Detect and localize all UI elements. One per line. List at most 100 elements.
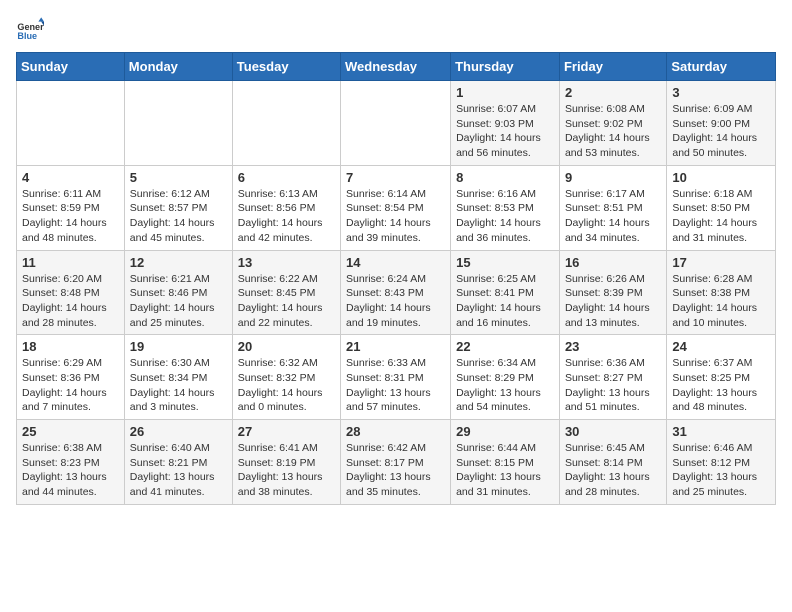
calendar-cell: 29 Sunrise: 6:44 AM Sunset: 8:15 PM Dayli…	[451, 420, 560, 505]
calendar-cell	[124, 81, 232, 166]
calendar-cell: 31 Sunrise: 6:46 AM Sunset: 8:12 PM Dayli…	[667, 420, 776, 505]
day-number: 27	[238, 424, 335, 439]
day-info: Sunrise: 6:20 AM Sunset: 8:48 PM Dayligh…	[22, 272, 119, 331]
day-number: 14	[346, 255, 445, 270]
day-info: Sunrise: 6:42 AM Sunset: 8:17 PM Dayligh…	[346, 441, 445, 500]
weekday-header-sunday: Sunday	[17, 53, 125, 81]
calendar-cell: 16Sunrise: 6:26 AM Sunset: 8:39 PM Dayli…	[559, 250, 666, 335]
weekday-header-thursday: Thursday	[451, 53, 560, 81]
day-info: Sunrise: 6:16 AM Sunset: 8:53 PM Dayligh…	[456, 187, 554, 246]
weekday-header-tuesday: Tuesday	[232, 53, 340, 81]
day-info: Sunrise: 6:22 AM Sunset: 8:45 PM Dayligh…	[238, 272, 335, 331]
day-info: Sunrise: 6:30 AM Sunset: 8:34 PM Dayligh…	[130, 356, 227, 415]
day-info: Sunrise: 6:36 AM Sunset: 8:27 PM Dayligh…	[565, 356, 661, 415]
day-number: 3	[672, 85, 770, 100]
calendar-cell: 8 Sunrise: 6:16 AM Sunset: 8:53 PM Daylig…	[451, 165, 560, 250]
day-info: Sunrise: 6:44 AM Sunset: 8:15 PM Dayligh…	[456, 441, 554, 500]
day-info: Sunrise: 6:40 AM Sunset: 8:21 PM Dayligh…	[130, 441, 227, 500]
day-info: Sunrise: 6:21 AM Sunset: 8:46 PM Dayligh…	[130, 272, 227, 331]
day-info: Sunrise: 6:33 AM Sunset: 8:31 PM Dayligh…	[346, 356, 445, 415]
day-info: Sunrise: 6:14 AM Sunset: 8:54 PM Dayligh…	[346, 187, 445, 246]
day-number: 20	[238, 339, 335, 354]
day-number: 25	[22, 424, 119, 439]
day-info: Sunrise: 6:29 AM Sunset: 8:36 PM Dayligh…	[22, 356, 119, 415]
day-info: Sunrise: 6:07 AM Sunset: 9:03 PM Dayligh…	[456, 102, 554, 161]
day-info: Sunrise: 6:17 AM Sunset: 8:51 PM Dayligh…	[565, 187, 661, 246]
calendar-cell: 17 Sunrise: 6:28 AM Sunset: 8:38 PM Dayli…	[667, 250, 776, 335]
day-number: 7	[346, 170, 445, 185]
day-number: 6	[238, 170, 335, 185]
day-number: 12	[130, 255, 227, 270]
calendar-cell: 27Sunrise: 6:41 AM Sunset: 8:19 PM Dayli…	[232, 420, 340, 505]
weekday-header-wednesday: Wednesday	[341, 53, 451, 81]
calendar-cell: 21 Sunrise: 6:33 AM Sunset: 8:31 PM Dayli…	[341, 335, 451, 420]
calendar-cell	[232, 81, 340, 166]
calendar-cell: 1 Sunrise: 6:07 AM Sunset: 9:03 PM Daylig…	[451, 81, 560, 166]
calendar-cell: 20Sunrise: 6:32 AM Sunset: 8:32 PM Dayli…	[232, 335, 340, 420]
day-info: Sunrise: 6:38 AM Sunset: 8:23 PM Dayligh…	[22, 441, 119, 500]
calendar-cell: 7 Sunrise: 6:14 AM Sunset: 8:54 PM Daylig…	[341, 165, 451, 250]
day-info: Sunrise: 6:37 AM Sunset: 8:25 PM Dayligh…	[672, 356, 770, 415]
weekday-header-saturday: Saturday	[667, 53, 776, 81]
day-number: 23	[565, 339, 661, 354]
weekday-header-friday: Friday	[559, 53, 666, 81]
calendar-cell	[17, 81, 125, 166]
day-number: 10	[672, 170, 770, 185]
day-number: 2	[565, 85, 661, 100]
logo: General Blue	[16, 16, 48, 44]
svg-text:Blue: Blue	[17, 31, 37, 41]
day-number: 22	[456, 339, 554, 354]
day-info: Sunrise: 6:46 AM Sunset: 8:12 PM Dayligh…	[672, 441, 770, 500]
header: General Blue	[16, 16, 776, 44]
calendar-cell: 26Sunrise: 6:40 AM Sunset: 8:21 PM Dayli…	[124, 420, 232, 505]
day-number: 8	[456, 170, 554, 185]
day-number: 5	[130, 170, 227, 185]
calendar-cell: 10 Sunrise: 6:18 AM Sunset: 8:50 PM Dayli…	[667, 165, 776, 250]
calendar-cell: 25 Sunrise: 6:38 AM Sunset: 8:23 PM Dayli…	[17, 420, 125, 505]
day-number: 13	[238, 255, 335, 270]
day-info: Sunrise: 6:34 AM Sunset: 8:29 PM Dayligh…	[456, 356, 554, 415]
calendar-cell: 18 Sunrise: 6:29 AM Sunset: 8:36 PM Dayli…	[17, 335, 125, 420]
day-number: 31	[672, 424, 770, 439]
calendar-cell: 6 Sunrise: 6:13 AM Sunset: 8:56 PM Daylig…	[232, 165, 340, 250]
calendar-cell: 5 Sunrise: 6:12 AM Sunset: 8:57 PM Daylig…	[124, 165, 232, 250]
day-info: Sunrise: 6:18 AM Sunset: 8:50 PM Dayligh…	[672, 187, 770, 246]
calendar-cell: 28 Sunrise: 6:42 AM Sunset: 8:17 PM Dayli…	[341, 420, 451, 505]
day-number: 28	[346, 424, 445, 439]
day-number: 29	[456, 424, 554, 439]
day-number: 15	[456, 255, 554, 270]
day-info: Sunrise: 6:09 AM Sunset: 9:00 PM Dayligh…	[672, 102, 770, 161]
weekday-header-monday: Monday	[124, 53, 232, 81]
day-info: Sunrise: 6:13 AM Sunset: 8:56 PM Dayligh…	[238, 187, 335, 246]
day-info: Sunrise: 6:26 AM Sunset: 8:39 PM Dayligh…	[565, 272, 661, 331]
day-number: 4	[22, 170, 119, 185]
day-number: 30	[565, 424, 661, 439]
day-number: 1	[456, 85, 554, 100]
day-info: Sunrise: 6:25 AM Sunset: 8:41 PM Dayligh…	[456, 272, 554, 331]
day-number: 18	[22, 339, 119, 354]
calendar-cell: 4 Sunrise: 6:11 AM Sunset: 8:59 PM Daylig…	[17, 165, 125, 250]
day-number: 21	[346, 339, 445, 354]
day-info: Sunrise: 6:45 AM Sunset: 8:14 PM Dayligh…	[565, 441, 661, 500]
day-info: Sunrise: 6:24 AM Sunset: 8:43 PM Dayligh…	[346, 272, 445, 331]
calendar-cell: 2Sunrise: 6:08 AM Sunset: 9:02 PM Daylig…	[559, 81, 666, 166]
calendar-cell: 30 Sunrise: 6:45 AM Sunset: 8:14 PM Dayli…	[559, 420, 666, 505]
calendar-cell: 22 Sunrise: 6:34 AM Sunset: 8:29 PM Dayli…	[451, 335, 560, 420]
day-info: Sunrise: 6:12 AM Sunset: 8:57 PM Dayligh…	[130, 187, 227, 246]
logo-icon: General Blue	[16, 16, 44, 44]
calendar-cell: 13 Sunrise: 6:22 AM Sunset: 8:45 PM Dayli…	[232, 250, 340, 335]
day-number: 9	[565, 170, 661, 185]
calendar-cell: 19 Sunrise: 6:30 AM Sunset: 8:34 PM Dayli…	[124, 335, 232, 420]
calendar-cell: 23 Sunrise: 6:36 AM Sunset: 8:27 PM Dayli…	[559, 335, 666, 420]
day-number: 19	[130, 339, 227, 354]
calendar-table: SundayMondayTuesdayWednesdayThursdayFrid…	[16, 52, 776, 505]
calendar-cell: 9 Sunrise: 6:17 AM Sunset: 8:51 PM Daylig…	[559, 165, 666, 250]
day-info: Sunrise: 6:28 AM Sunset: 8:38 PM Dayligh…	[672, 272, 770, 331]
day-number: 24	[672, 339, 770, 354]
day-info: Sunrise: 6:11 AM Sunset: 8:59 PM Dayligh…	[22, 187, 119, 246]
day-number: 11	[22, 255, 119, 270]
calendar-cell: 14 Sunrise: 6:24 AM Sunset: 8:43 PM Dayli…	[341, 250, 451, 335]
calendar-cell: 15 Sunrise: 6:25 AM Sunset: 8:41 PM Dayli…	[451, 250, 560, 335]
calendar-cell: 11 Sunrise: 6:20 AM Sunset: 8:48 PM Dayli…	[17, 250, 125, 335]
day-number: 17	[672, 255, 770, 270]
